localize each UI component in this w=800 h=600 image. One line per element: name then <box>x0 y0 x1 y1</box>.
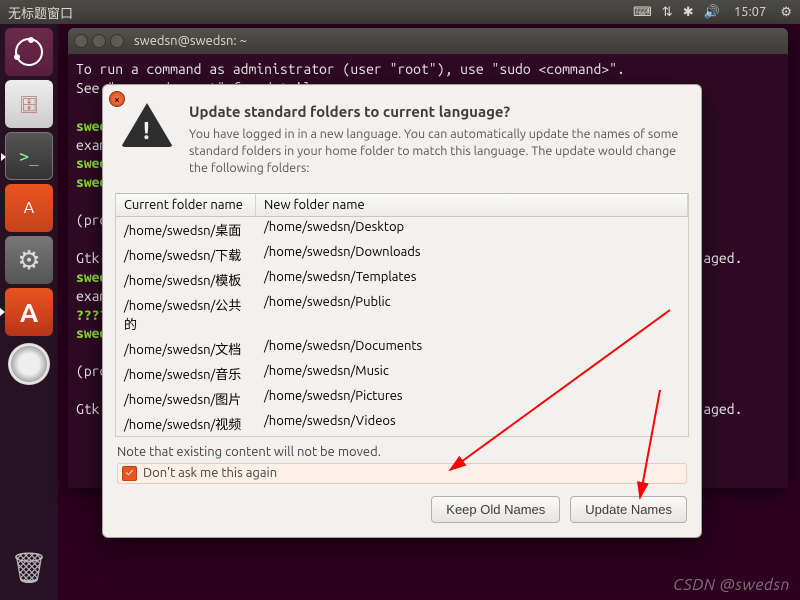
terminal-launcher-icon[interactable]: >_ <box>5 132 53 180</box>
dialog-title: Update standard folders to current langu… <box>189 103 683 120</box>
column-current-name[interactable]: Current folder name <box>116 194 256 216</box>
cell-new: /home/swedsn/Public <box>256 292 688 336</box>
cell-new: /home/swedsn/Downloads <box>256 242 688 267</box>
software-updater-launcher-icon[interactable]: A <box>5 288 53 336</box>
update-names-button[interactable]: Update Names <box>570 496 687 523</box>
dvd-launcher-icon[interactable] <box>5 340 53 388</box>
table-row[interactable]: /home/swedsn/文档/home/swedsn/Documents <box>116 336 688 361</box>
cell-current: /home/swedsn/音乐 <box>116 361 256 386</box>
warning-icon <box>121 103 173 149</box>
table-row[interactable]: /home/swedsn/视频/home/swedsn/Videos <box>116 411 688 436</box>
window-maximize-icon[interactable] <box>110 34 124 48</box>
table-row[interactable]: /home/swedsn/公共的/home/swedsn/Public <box>116 292 688 336</box>
cell-current: /home/swedsn/公共的 <box>116 292 256 336</box>
cell-new: /home/swedsn/Videos <box>256 411 688 436</box>
window-close-icon[interactable] <box>74 34 88 48</box>
cell-current: /home/swedsn/下载 <box>116 242 256 267</box>
indicator-area: ⌨ ⇅ ✱ 🔊 15:07 ⚙ <box>633 5 792 20</box>
dont-ask-again-checkbox[interactable]: ✓ <box>122 466 137 481</box>
cell-current: /home/swedsn/文档 <box>116 336 256 361</box>
clock[interactable]: 15:07 <box>734 5 767 19</box>
bluetooth-indicator-icon[interactable]: ✱ <box>683 5 694 20</box>
table-row[interactable]: /home/swedsn/音乐/home/swedsn/Music <box>116 361 688 386</box>
software-center-launcher-icon[interactable]: A <box>5 184 53 232</box>
watermark: CSDN @swedsn <box>673 576 790 594</box>
files-launcher-icon[interactable]: 🗄 <box>5 80 53 128</box>
top-menubar: 无标题窗口 ⌨ ⇅ ✱ 🔊 15:07 ⚙ <box>0 0 800 24</box>
cell-current: /home/swedsn/桌面 <box>116 217 256 242</box>
cell-new: /home/swedsn/Desktop <box>256 217 688 242</box>
cell-current: /home/swedsn/视频 <box>116 411 256 436</box>
unity-launcher: 🗄 >_ A ⚙ A 🗑 <box>0 24 58 600</box>
trash-launcher-icon[interactable]: 🗑 <box>5 544 53 592</box>
cell-new: /home/swedsn/Music <box>256 361 688 386</box>
table-row[interactable]: /home/swedsn/桌面/home/swedsn/Desktop <box>116 217 688 242</box>
cell-new: /home/swedsn/Documents <box>256 336 688 361</box>
update-folders-dialog: × Update standard folders to current lan… <box>102 84 702 538</box>
window-minimize-icon[interactable] <box>92 34 106 48</box>
terminal-titlebar[interactable]: swedsn@swedsn: ~ <box>68 28 788 54</box>
terminal-title: swedsn@swedsn: ~ <box>134 34 247 48</box>
cell-new: /home/swedsn/Templates <box>256 267 688 292</box>
column-new-name[interactable]: New folder name <box>256 194 688 216</box>
keyboard-indicator-icon[interactable]: ⌨ <box>633 5 652 20</box>
settings-launcher-icon[interactable]: ⚙ <box>5 236 53 284</box>
dash-home-icon[interactable] <box>5 28 53 76</box>
system-gear-icon[interactable]: ⚙ <box>780 5 792 20</box>
cell-new: /home/swedsn/Pictures <box>256 386 688 411</box>
table-row[interactable]: /home/swedsn/模板/home/swedsn/Templates <box>116 267 688 292</box>
cell-current: /home/swedsn/模板 <box>116 267 256 292</box>
table-row[interactable]: /home/swedsn/图片/home/swedsn/Pictures <box>116 386 688 411</box>
cell-current: /home/swedsn/图片 <box>116 386 256 411</box>
dialog-note: Note that existing content will not be m… <box>117 445 687 459</box>
sound-indicator-icon[interactable]: 🔊 <box>704 5 720 20</box>
table-row[interactable]: /home/swedsn/下载/home/swedsn/Downloads <box>116 242 688 267</box>
keep-old-names-button[interactable]: Keep Old Names <box>431 496 560 523</box>
dont-ask-again-row[interactable]: ✓ Don't ask me this again <box>117 463 687 484</box>
dont-ask-again-label: Don't ask me this again <box>143 466 277 480</box>
window-title: 无标题窗口 <box>8 3 633 22</box>
network-indicator-icon[interactable]: ⇅ <box>662 5 673 20</box>
folder-table: Current folder name New folder name /hom… <box>115 193 689 437</box>
dialog-description: You have logged in in a new language. Yo… <box>189 126 683 177</box>
